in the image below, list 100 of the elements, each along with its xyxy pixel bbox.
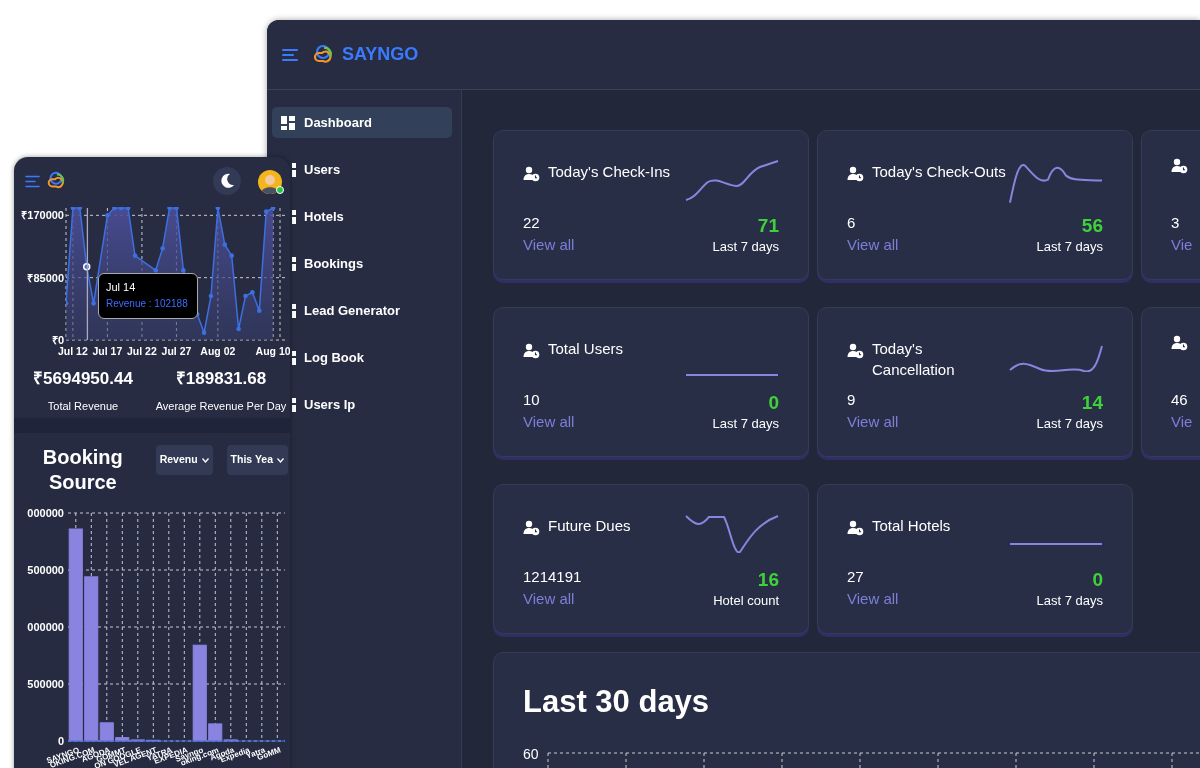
axis-label: 000000 <box>27 621 64 633</box>
data-point <box>174 207 179 211</box>
logo-icon <box>312 43 334 66</box>
axis-label: 000000 <box>27 507 64 519</box>
view-all-link[interactable]: Vie <box>1171 413 1193 430</box>
sidebar-item[interactable]: Dashboard <box>272 107 452 138</box>
caret-icon <box>277 457 284 463</box>
stat-label: Average Revenue Per Day <box>154 399 288 414</box>
tooltip-title: Jul 14 <box>106 280 137 295</box>
card-title: Today's Check-Ins <box>548 162 671 182</box>
axis-label: ₹170000 <box>21 209 64 222</box>
view-all-link[interactable]: View all <box>847 236 899 253</box>
axis-label: 500000 <box>27 564 64 576</box>
view-all-link[interactable]: View all <box>523 413 575 430</box>
user-icon <box>523 343 540 359</box>
data-point <box>215 207 221 211</box>
axis-label: Aug 02 <box>200 345 236 357</box>
stat-value: 10 <box>523 390 541 410</box>
card-title: Today's Cancellation <box>872 339 956 380</box>
user-icon <box>523 520 540 536</box>
data-point <box>201 330 207 335</box>
logo-icon <box>46 171 66 191</box>
period-label: Hotel count <box>713 592 779 610</box>
sidebar-item[interactable]: Log Book <box>292 342 452 373</box>
menu-icon[interactable] <box>25 174 40 188</box>
axis-label: Jul 27 <box>161 345 192 357</box>
axis-label: 500000 <box>27 678 64 690</box>
user-icon <box>523 166 540 182</box>
axis-label: Jul 17 <box>92 345 123 357</box>
user-icon <box>847 166 864 182</box>
trend-count: 0 <box>1091 569 1103 591</box>
stat-value: 46 <box>1171 390 1189 410</box>
card-title: Today's Check-Outs <box>872 162 1006 182</box>
trend-count: 16 <box>756 569 779 591</box>
user-icon <box>847 343 864 359</box>
stat-label: Total Revenue <box>46 399 120 414</box>
view-all-link[interactable]: View all <box>847 413 899 430</box>
sidebar-item[interactable]: Bookings <box>292 248 452 279</box>
user-icon <box>1171 335 1188 351</box>
data-point <box>208 293 214 299</box>
sidebar-item[interactable]: Users Ip <box>292 389 452 420</box>
data-point <box>229 253 234 258</box>
stat-value: ₹5694950.44 <box>32 368 134 390</box>
trend-count: 14 <box>1080 392 1103 414</box>
data-point <box>105 213 110 218</box>
view-all-link[interactable]: View all <box>523 590 575 607</box>
card-title: Total Users <box>548 339 624 359</box>
data-point <box>243 293 248 299</box>
trend-count: 71 <box>756 215 779 237</box>
view-all-link[interactable]: View all <box>847 590 899 607</box>
axis-label: Aug 10 <box>255 345 290 357</box>
grid-icon <box>292 350 296 365</box>
axis-label: Jul 22 <box>127 345 157 357</box>
panel-title: Last 30 days <box>523 683 711 721</box>
theme-toggle-button[interactable] <box>213 167 241 195</box>
data-point <box>160 246 165 251</box>
card-title: Future Dues <box>548 516 631 536</box>
moon-icon <box>219 173 235 189</box>
highlight-point <box>82 262 91 271</box>
dropdown[interactable]: This Yea <box>226 445 288 475</box>
sidebar-item[interactable]: Users <box>292 154 452 185</box>
dropdown[interactable]: Revenu <box>155 445 213 475</box>
period-label: Last 7 days <box>1036 238 1103 256</box>
data-point <box>222 242 228 247</box>
grid-icon <box>292 303 296 318</box>
period-label: Last 7 days <box>1036 592 1103 610</box>
user-icon <box>847 520 864 536</box>
axis-label: 60 <box>523 744 539 764</box>
stat-value: ₹189831.68 <box>174 368 268 390</box>
trend-count: 0 <box>767 392 779 414</box>
grid-icon <box>292 209 296 224</box>
view-all-link[interactable]: Vie <box>1171 236 1193 253</box>
period-label: Last 7 days <box>712 238 779 256</box>
period-label: Last 7 days <box>712 415 779 433</box>
trend-count: 56 <box>1080 215 1103 237</box>
view-all-link[interactable]: View all <box>523 236 575 253</box>
period-label: Last 7 days <box>1036 415 1103 433</box>
menu-icon[interactable] <box>282 47 298 62</box>
avatar[interactable] <box>258 169 282 194</box>
axis-label: ₹85000 <box>27 271 64 284</box>
caret-icon <box>201 457 209 463</box>
data-point <box>132 253 138 258</box>
stat-value: 1214191 <box>523 567 582 587</box>
tooltip-value: Revenue : 102188 <box>106 297 189 311</box>
data-point <box>91 301 96 306</box>
stat-value: 6 <box>847 213 857 233</box>
panel-title: Booking Source <box>41 445 124 495</box>
axis-label: Jul 12 <box>58 345 88 357</box>
grid-icon <box>292 397 296 412</box>
grid-icon <box>292 256 296 271</box>
stat-value: 22 <box>523 213 541 233</box>
grid-icon <box>292 162 296 177</box>
sidebar-item[interactable]: Lead Generator <box>292 295 452 326</box>
stat-value: 9 <box>847 390 857 410</box>
card-title: Total Hotels <box>872 516 951 536</box>
data-point <box>236 326 241 332</box>
stat-value: 3 <box>1171 213 1181 233</box>
sidebar-item[interactable]: Hotels <box>292 201 452 232</box>
data-point <box>250 290 255 295</box>
grid-icon <box>281 115 295 130</box>
